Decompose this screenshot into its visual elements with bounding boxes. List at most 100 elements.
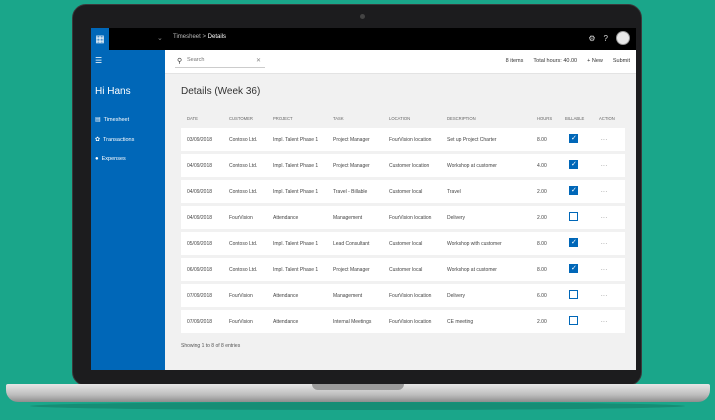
cell-project: Attendance [273,319,299,325]
main-content: ⚲ ✕ 8 items Total hours: 40.00 + New Sub… [165,50,636,370]
camera-icon [360,14,365,19]
cell-project: Impl. Talent Phase 1 [273,241,319,247]
help-icon[interactable]: ? [604,34,608,43]
search-box: ⚲ ✕ [175,56,265,68]
avatar[interactable] [616,31,630,45]
table-row[interactable]: 04/09/2018 Contoso Ltd. Impl. Talent Phase… [181,154,625,177]
cell-customer: FourVision [229,319,253,325]
cell-location: FourVision location [389,137,432,143]
total-hours: Total hours: 40.00 [533,58,578,64]
sidebar-item-timesheet[interactable]: ▤ Timesheet [95,116,130,124]
column-header-customer[interactable]: Customer [229,116,253,121]
cell-project: Attendance [273,215,299,221]
more-actions-icon[interactable]: ··· [601,267,608,273]
app-launcher-icon[interactable]: ▦ [91,28,109,50]
cell-location: Customer local [389,189,423,195]
cell-date: 04/09/2018 [187,189,213,195]
cell-date: 03/09/2018 [187,137,213,143]
calendar-icon: ▤ [95,117,101,123]
sidebar-item-label: Transactions [103,136,135,143]
breadcrumb: Timesheet > Details [173,34,226,40]
billable-checkbox[interactable] [569,290,578,299]
cell-hours: 6.00 [537,293,547,299]
cell-description: Workshop at customer [447,163,497,169]
chevron-down-icon[interactable]: ⌄ [157,34,163,42]
cell-task: Project Manager [333,267,370,273]
cell-project: Impl. Talent Phase 1 [273,137,319,143]
cell-project: Attendance [273,293,299,299]
sidebar-item-label: Timesheet [103,116,130,123]
table-row[interactable]: 07/09/2018 FourVision Attendance Internal M… [181,310,625,333]
cell-task: Management [333,293,363,299]
cell-task: Lead Consultant [333,241,370,247]
billable-checkbox[interactable] [569,264,578,273]
gear-icon[interactable]: ⚙ [588,34,595,43]
more-actions-icon[interactable]: ··· [601,137,608,143]
laptop-notch [312,384,404,390]
billable-checkbox[interactable] [569,316,578,325]
cell-task: Project Manager [333,137,370,143]
command-bar-actions: 8 items Total hours: 40.00 + New Submit [506,58,630,64]
table-row[interactable]: 06/09/2018 Contoso Ltd. Impl. Talent Phase… [181,258,625,281]
sidebar-item-transactions[interactable]: ✿ Transactions [95,136,135,144]
new-button[interactable]: + New [587,58,603,64]
more-actions-icon[interactable]: ··· [601,241,608,247]
column-header-location[interactable]: Location [389,116,410,121]
more-actions-icon[interactable]: ··· [601,319,608,325]
more-actions-icon[interactable]: ··· [601,163,608,169]
column-header-date[interactable]: Date [187,116,198,121]
billable-checkbox[interactable] [569,212,578,221]
cell-location: FourVision location [389,293,432,299]
cell-description: Delivery [447,215,466,221]
more-actions-icon[interactable]: ··· [601,293,608,299]
sidebar-item-expenses[interactable]: ● Expenses [95,156,126,162]
billable-checkbox[interactable] [569,134,578,143]
cell-task: Management [333,215,363,221]
cell-customer: Contoso Ltd. [229,189,258,195]
app-screen: ▦ ⌄ Timesheet > Details ⚙ ? ☰ Hi Hans ▤ … [91,28,636,370]
column-header-hours[interactable]: Hours [537,116,552,121]
cell-description: Set up Project Charter [447,137,497,143]
table-header: Date Customer Project Task Location Desc… [181,112,625,126]
more-actions-icon[interactable]: ··· [601,215,608,221]
cell-location: Customer local [389,267,423,273]
cell-date: 04/09/2018 [187,163,213,169]
close-icon[interactable]: ✕ [256,57,261,64]
cell-hours: 8.00 [537,241,547,247]
cell-date: 07/09/2018 [187,293,213,299]
cell-hours: 2.00 [537,215,547,221]
cell-task: Travel - Billable [333,189,368,195]
column-header-billable[interactable]: Billable [565,116,584,121]
cell-customer: Contoso Ltd. [229,163,258,169]
cell-date: 07/09/2018 [187,319,213,325]
table-row[interactable]: 05/09/2018 Contoso Ltd. Impl. Talent Phase… [181,232,625,255]
table-row[interactable]: 04/09/2018 FourVision Attendance Management… [181,206,625,229]
cell-project: Impl. Talent Phase 1 [273,189,319,195]
search-icon[interactable]: ⚲ [177,57,182,65]
cell-date: 06/09/2018 [187,267,213,273]
column-header-task[interactable]: Task [333,116,344,121]
cell-description: CE meeting [447,319,474,325]
table-row[interactable]: 07/09/2018 FourVision Attendance Management… [181,284,625,307]
cell-customer: Contoso Ltd. [229,137,258,143]
billable-checkbox[interactable] [569,186,578,195]
column-header-description[interactable]: Description [447,116,476,121]
table-row[interactable]: 03/09/2018 Contoso Ltd. Impl. Talent Phase… [181,128,625,151]
billable-checkbox[interactable] [569,160,578,169]
cell-customer: FourVision [229,215,253,221]
sidebar-item-label: Expenses [101,156,126,162]
hamburger-menu-icon[interactable]: ☰ [95,56,102,65]
top-bar: ▦ ⌄ Timesheet > Details ⚙ ? [91,28,636,50]
table-row[interactable]: 04/09/2018 Contoso Ltd. Impl. Talent Phase… [181,180,625,203]
laptop-shadow [30,402,685,410]
breadcrumb-parent[interactable]: Timesheet [173,34,201,40]
billable-checkbox[interactable] [569,238,578,247]
more-actions-icon[interactable]: ··· [601,189,608,195]
cell-customer: FourVision [229,293,253,299]
cell-description: Workshop with customer [447,241,502,247]
search-input[interactable] [187,57,247,63]
submit-button[interactable]: Submit [613,58,630,64]
column-header-project[interactable]: Project [273,116,293,121]
cell-project: Impl. Talent Phase 1 [273,163,319,169]
breadcrumb-separator: > [202,34,206,40]
